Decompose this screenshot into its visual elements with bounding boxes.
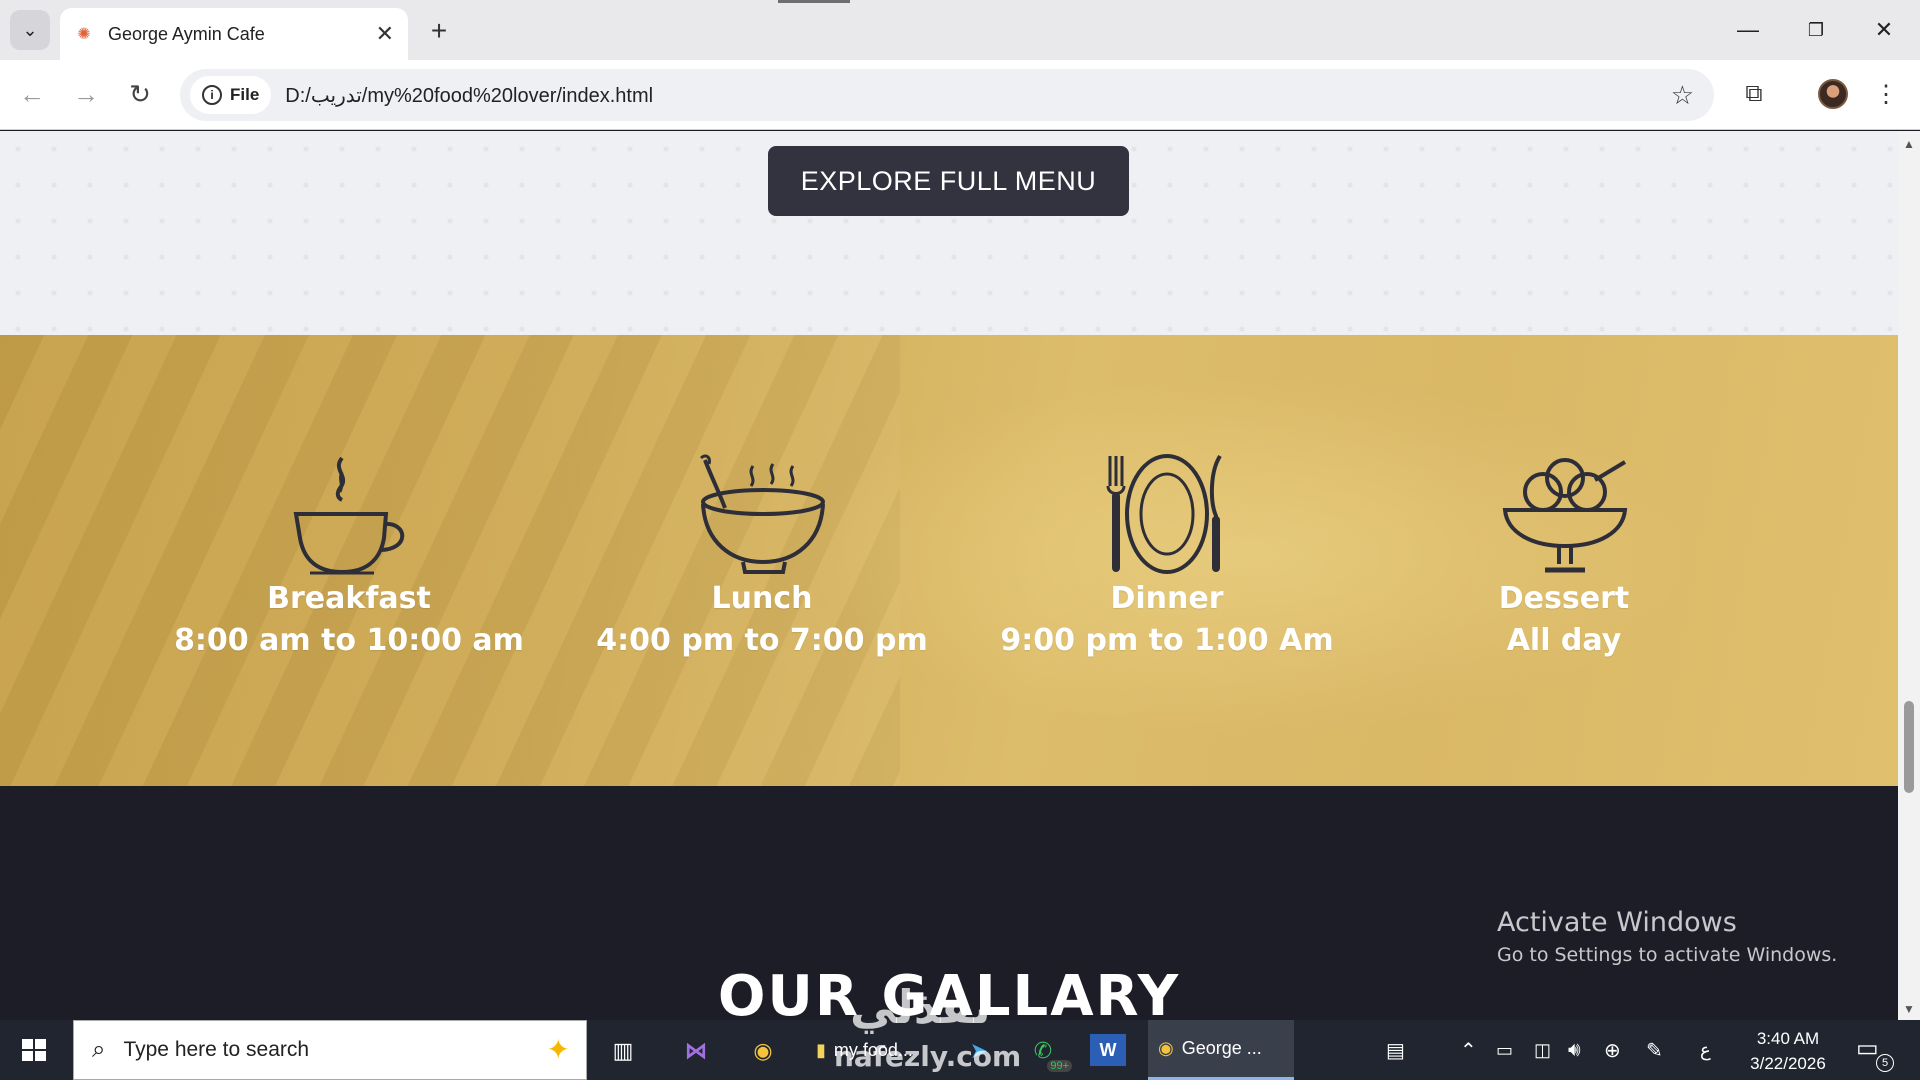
hours-item-dessert: Dessert All day: [1384, 452, 1744, 662]
menu-section: EXPLORE FULL MENU: [0, 131, 1898, 335]
scroll-up-arrow-icon[interactable]: ▲: [1903, 137, 1915, 151]
folder-icon: ▮: [816, 1039, 826, 1060]
restore-button[interactable]: ❐: [1796, 12, 1836, 48]
search-placeholder: Type here to search: [123, 1038, 310, 1061]
more-menu-icon[interactable]: ⋮: [1866, 74, 1906, 114]
volume-icon[interactable]: 🔊︎: [1568, 1020, 1581, 1080]
hours-meal-name: Dessert: [1498, 581, 1630, 616]
hours-meal-time: 9:00 pm to 1:00 Am: [1000, 623, 1334, 658]
page-scrollbar[interactable]: ▲ ▼: [1898, 131, 1920, 1020]
bookmark-star-icon[interactable]: ☆: [1671, 80, 1694, 111]
tray-overflow-icon[interactable]: ⌃: [1460, 1020, 1477, 1080]
tab-title: George Aymin Cafe: [108, 23, 265, 44]
chrome-icon: ◉: [1158, 1038, 1174, 1058]
site-watermark: نفذلي nafezly.com: [834, 980, 1021, 1073]
opening-hours-section: Breakfast 8:00 am to 10:00 am Lunch 4:00…: [0, 335, 1898, 786]
clock-time: 3:40 AM: [1756, 1029, 1820, 1048]
soup-bowl-icon: [699, 454, 825, 574]
ice-cream-bowl-icon: [1502, 458, 1628, 573]
search-icon: ⌕: [92, 1036, 106, 1063]
window-drag-indicator: [778, 0, 850, 3]
network-icon[interactable]: ▭: [1496, 1020, 1513, 1080]
activate-windows-notice: Activate Windows Go to Settings to activ…: [1497, 907, 1837, 966]
site-info-chip[interactable]: i File: [190, 76, 272, 114]
close-window-button[interactable]: ✕: [1864, 12, 1904, 48]
search-highlight-icon: ✦: [546, 1034, 570, 1065]
minimize-button[interactable]: —: [1728, 12, 1768, 48]
word-icon[interactable]: W: [1090, 1034, 1126, 1066]
news-widget-icon[interactable]: ▤: [1386, 1020, 1405, 1080]
language-globe-icon[interactable]: ⊕: [1604, 1020, 1621, 1080]
chrome-icon[interactable]: ◉: [742, 1030, 784, 1072]
watermark-arabic: نفذلي: [850, 980, 991, 1034]
pen-icon[interactable]: ✎: [1646, 1020, 1663, 1080]
clock-date: 3/22/2026: [1750, 1054, 1826, 1073]
notification-center-icon[interactable]: ▭ 5: [1856, 1034, 1894, 1072]
taskbar-search-box[interactable]: ⌕ Type here to search ✦: [73, 1020, 587, 1080]
activate-subtitle: Go to Settings to activate Windows.: [1497, 944, 1838, 966]
close-tab-icon[interactable]: ✕: [376, 21, 394, 47]
hours-meal-time: 8:00 am to 10:00 am: [174, 623, 524, 658]
profile-avatar[interactable]: [1818, 79, 1848, 109]
new-tab-button[interactable]: +: [422, 14, 456, 48]
task-view-icon[interactable]: ▥: [602, 1030, 644, 1072]
system-clock[interactable]: 3:40 AM 3/22/2026: [1738, 1026, 1838, 1076]
browser-tab-strip: ⌄ ✺ George Aymin Cafe ✕ + — ❐ ✕: [0, 0, 1920, 60]
hours-item-dinner: Dinner 9:00 pm to 1:00 Am: [987, 452, 1347, 662]
explore-menu-button[interactable]: EXPLORE FULL MENU: [768, 146, 1129, 216]
url-text[interactable]: D:/تدريب/my%20food%20lover/index.html: [285, 83, 653, 108]
taskbar-app-label: George ...: [1181, 1038, 1262, 1058]
browser-toolbar: ← → ↻ i File D:/تدريب/my%20food%20lover/…: [0, 60, 1920, 130]
hours-meal-name: Breakfast: [267, 581, 431, 616]
extensions-icon[interactable]: ⧉: [1734, 74, 1774, 114]
forward-button[interactable]: →: [66, 74, 106, 114]
address-bar[interactable]: i File D:/تدريب/my%20food%20lover/index.…: [180, 69, 1714, 121]
coffee-cup-icon: [293, 456, 405, 575]
site-info-label: File: [230, 85, 260, 104]
hours-meal-time: 4:00 pm to 7:00 pm: [596, 623, 928, 658]
watermark-domain: nafezly.com: [834, 1040, 1022, 1073]
reload-button[interactable]: ↻: [120, 74, 160, 114]
back-button[interactable]: ←: [12, 74, 52, 114]
info-icon: i: [202, 85, 222, 105]
hours-item-lunch: Lunch 4:00 pm to 7:00 pm: [582, 452, 942, 662]
hours-item-breakfast: Breakfast 8:00 am to 10:00 am: [169, 452, 529, 662]
hours-meal-name: Dinner: [1110, 581, 1224, 616]
hours-meal-time: All day: [1506, 623, 1622, 658]
tab-search-button[interactable]: ⌄: [10, 10, 50, 50]
notification-count: 5: [1876, 1054, 1894, 1072]
whatsapp-icon[interactable]: ✆ 99+: [1022, 1030, 1072, 1072]
whatsapp-badge: 99+: [1047, 1060, 1072, 1072]
cafe-favicon-icon: ✺: [77, 26, 91, 43]
web-page: EXPLORE FULL MENU Breakfast 8:00 am to 1…: [0, 131, 1898, 1020]
browser-tab[interactable]: ✺ George Aymin Cafe ✕: [60, 8, 408, 60]
activate-title: Activate Windows: [1497, 907, 1737, 938]
input-language[interactable]: ع: [1700, 1020, 1711, 1080]
visual-studio-icon[interactable]: ⋈: [675, 1030, 717, 1072]
plate-cutlery-icon: [1106, 454, 1222, 574]
taskbar-app-chrome[interactable]: ◉ George ...: [1148, 1020, 1294, 1080]
windows-start-icon[interactable]: [16, 1032, 52, 1068]
scroll-thumb[interactable]: [1904, 701, 1914, 793]
hours-meal-name: Lunch: [711, 581, 813, 616]
scroll-down-arrow-icon[interactable]: ▼: [1903, 1002, 1915, 1016]
meet-icon[interactable]: ◫: [1534, 1020, 1551, 1080]
